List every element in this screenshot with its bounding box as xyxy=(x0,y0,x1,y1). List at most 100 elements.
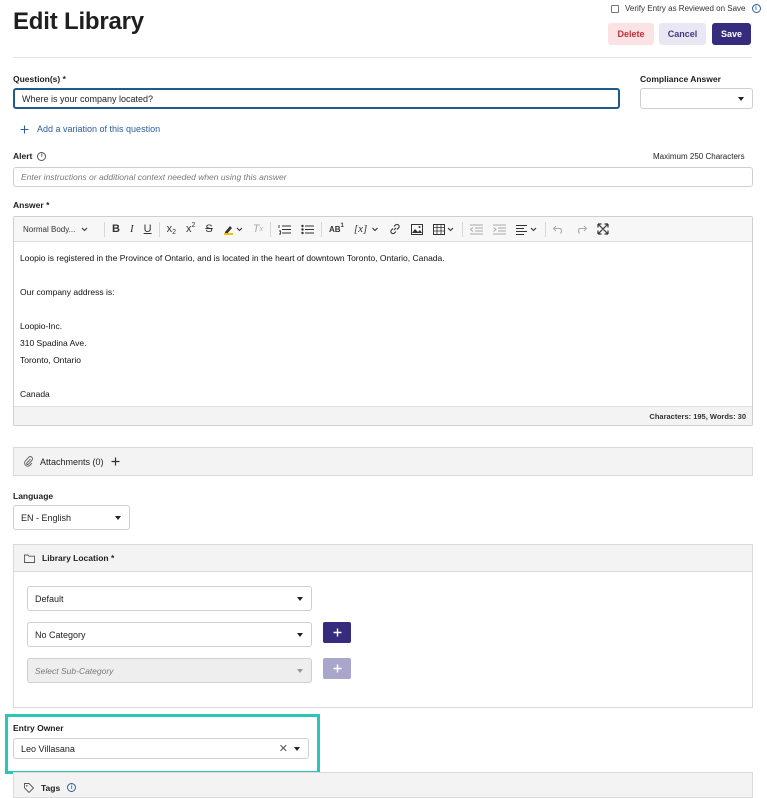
toolbar-separator xyxy=(320,221,322,237)
plus-icon[interactable] xyxy=(111,457,120,466)
add-subcategory-button[interactable] xyxy=(323,658,351,679)
library-location-header: Library Location * xyxy=(13,544,753,572)
subscript-icon[interactable]: x2 xyxy=(162,217,181,242)
clear-icon[interactable]: ✕ xyxy=(279,742,288,755)
image-icon[interactable] xyxy=(406,217,428,242)
plus-icon xyxy=(333,664,341,673)
toolbar-separator xyxy=(462,221,464,237)
strikethrough-icon[interactable]: S xyxy=(200,217,217,242)
alert-label-row: Alert i xyxy=(13,151,47,161)
clear-formatting-icon[interactable]: Tx xyxy=(248,217,268,242)
undo-icon[interactable] xyxy=(548,217,570,242)
library-location-label: Library Location * xyxy=(42,553,115,563)
question-input[interactable]: Where is your company located? xyxy=(13,88,620,109)
table-icon[interactable] xyxy=(428,217,460,242)
info-icon[interactable]: i xyxy=(67,783,77,792)
category-value: No Category xyxy=(35,629,86,640)
answer-line: Loopio is registered in the Province of … xyxy=(20,253,445,263)
tags-header[interactable]: Tags i xyxy=(13,772,753,798)
alert-label: Alert xyxy=(13,151,33,161)
verify-label: Verify Entry as Reviewed on Save xyxy=(625,4,746,13)
answer-line xyxy=(20,369,445,386)
chevron-down-icon xyxy=(738,96,744,101)
toolbar-separator xyxy=(545,221,547,237)
fullscreen-icon[interactable] xyxy=(592,217,614,242)
cancel-button[interactable]: Cancel xyxy=(659,23,706,45)
toolbar-separator xyxy=(158,221,160,237)
toolbar-separator xyxy=(269,221,271,237)
chevron-down-icon xyxy=(297,668,303,673)
stack-select[interactable]: Default xyxy=(27,586,312,611)
text-case-icon[interactable]: AB 1 xyxy=(324,217,349,242)
chevron-down-icon xyxy=(115,515,121,520)
add-variation-label: Add a variation of this question xyxy=(37,124,161,134)
link-icon[interactable] xyxy=(384,217,406,242)
attachments-label: Attachments (0) xyxy=(40,456,104,467)
numbered-list-icon[interactable] xyxy=(273,217,296,242)
plus-icon xyxy=(333,628,341,637)
language-select[interactable]: EN - English xyxy=(13,505,130,530)
language-label: Language xyxy=(13,491,54,501)
add-variation-link[interactable]: Add a variation of this question xyxy=(20,124,160,134)
questions-label: Question(s) * xyxy=(13,74,66,84)
answer-line: Loopio-Inc. xyxy=(20,321,63,331)
answer-label: Answer * xyxy=(13,200,50,210)
chevron-down-icon xyxy=(81,227,88,231)
chevron-down-icon xyxy=(297,596,303,601)
info-icon[interactable]: i xyxy=(37,151,47,161)
question-text: Where is your company located? xyxy=(22,93,154,104)
tags-label: Tags xyxy=(41,783,61,793)
entry-owner-select[interactable]: Leo Villasana ✕ xyxy=(13,738,309,759)
answer-line: Our company address is: xyxy=(20,287,115,297)
bold-icon[interactable]: B xyxy=(107,217,125,242)
attachments-panel[interactable]: Attachments (0) xyxy=(13,447,753,476)
align-icon[interactable] xyxy=(511,217,543,242)
outdent-icon[interactable] xyxy=(465,217,488,242)
plus-icon xyxy=(20,125,29,134)
answer-line xyxy=(20,267,445,284)
subcategory-select[interactable]: Select Sub-Category xyxy=(27,658,312,683)
paragraph-style-label: Normal Body... xyxy=(23,224,76,234)
paragraph-style-dropdown[interactable]: Normal Body... xyxy=(20,217,102,242)
compliance-select[interactable] xyxy=(640,88,753,109)
toolbar-separator xyxy=(104,221,105,237)
answer-line: Toronto, Ontario xyxy=(20,355,81,365)
category-select[interactable]: No Category xyxy=(27,622,312,647)
editor-toolbar: Normal Body... B I U x2 x2 S Tx AB 1 [x] xyxy=(14,217,752,242)
add-category-button[interactable] xyxy=(323,622,351,643)
answer-line xyxy=(20,301,445,318)
entry-owner-value: Leo Villasana xyxy=(21,743,75,754)
info-icon[interactable]: i xyxy=(751,4,761,13)
answer-line: Canada xyxy=(20,389,50,399)
entry-owner-label: Entry Owner xyxy=(13,723,64,733)
language-value: EN - English xyxy=(21,512,72,523)
underline-icon[interactable]: U xyxy=(139,217,157,242)
header-divider xyxy=(13,57,752,58)
redo-icon[interactable] xyxy=(570,217,592,242)
bullet-list-icon[interactable] xyxy=(296,217,319,242)
verify-checkbox-row[interactable]: Verify Entry as Reviewed on Save i xyxy=(611,4,761,13)
subcategory-placeholder: Select Sub-Category xyxy=(35,665,114,676)
answer-line: 310 Spadina Ave. xyxy=(20,338,87,348)
highlight-color-icon[interactable] xyxy=(218,217,248,242)
compliance-label: Compliance Answer xyxy=(640,74,721,84)
character-word-count: Characters: 195, Words: 30 xyxy=(649,411,746,421)
alert-placeholder: Enter instructions or additional context… xyxy=(21,172,287,182)
folder-icon xyxy=(24,554,35,563)
chevron-down-icon xyxy=(297,632,303,637)
verify-checkbox[interactable] xyxy=(611,4,619,13)
page-title: Edit Library xyxy=(13,8,144,35)
stack-value: Default xyxy=(35,593,64,604)
formula-icon[interactable]: [x] xyxy=(349,217,384,242)
alert-max-chars: Maximum 250 Characters xyxy=(653,152,745,161)
delete-button[interactable]: Delete xyxy=(608,23,654,45)
tag-icon xyxy=(24,783,34,793)
answer-content[interactable]: Loopio is registered in the Province of … xyxy=(20,250,445,403)
italic-icon[interactable]: I xyxy=(125,217,139,242)
indent-icon[interactable] xyxy=(488,217,511,242)
alert-input[interactable]: Enter instructions or additional context… xyxy=(13,167,753,187)
save-button[interactable]: Save xyxy=(712,23,751,45)
superscript-icon[interactable]: x2 xyxy=(181,217,200,242)
paperclip-icon xyxy=(24,456,33,467)
answer-editor[interactable]: Normal Body... B I U x2 x2 S Tx AB1 [x] xyxy=(13,216,753,426)
